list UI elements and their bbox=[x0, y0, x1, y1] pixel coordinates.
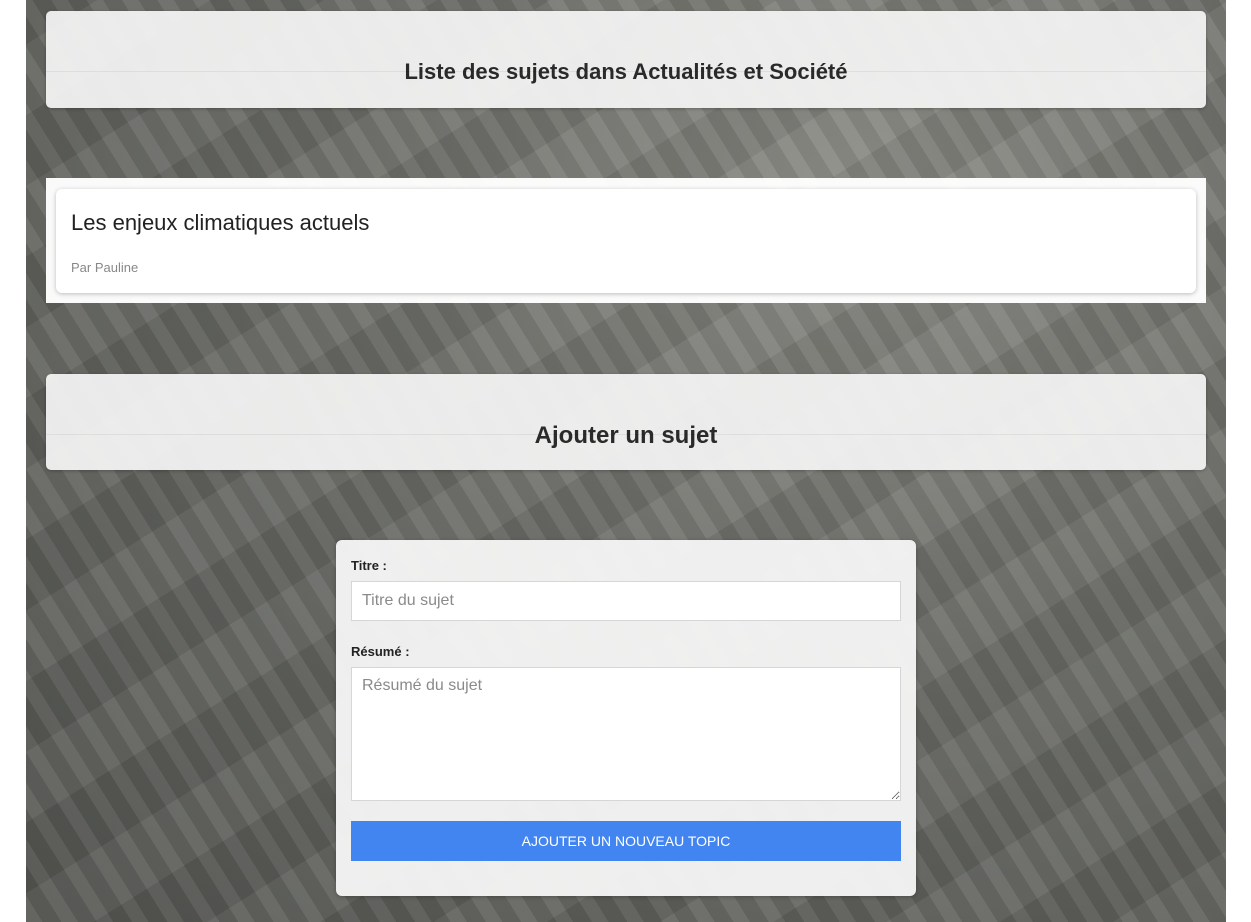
page-background: Liste des sujets dans Actualités et Soci… bbox=[26, 0, 1226, 922]
summary-textarea[interactable] bbox=[351, 667, 901, 801]
title-label: Titre : bbox=[351, 558, 387, 573]
title-input[interactable] bbox=[351, 581, 901, 621]
add-topic-button[interactable]: AJOUTER UN NOUVEAU TOPIC bbox=[351, 821, 901, 861]
topics-list: Les enjeux climatiques actuels Par Pauli… bbox=[46, 178, 1206, 303]
topics-header: Liste des sujets dans Actualités et Soci… bbox=[46, 11, 1206, 108]
topics-page-title: Liste des sujets dans Actualités et Soci… bbox=[404, 59, 848, 84]
topic-author: Par Pauline bbox=[71, 260, 139, 275]
add-topic-header: Ajouter un sujet bbox=[46, 374, 1206, 470]
topic-title[interactable]: Les enjeux climatiques actuels bbox=[71, 210, 369, 236]
summary-label: Résumé : bbox=[351, 644, 410, 659]
add-topic-title: Ajouter un sujet bbox=[534, 422, 718, 449]
topic-card[interactable]: Les enjeux climatiques actuels Par Pauli… bbox=[56, 189, 1196, 293]
add-topic-form: Titre : Résumé : AJOUTER UN NOUVEAU TOPI… bbox=[336, 540, 916, 896]
